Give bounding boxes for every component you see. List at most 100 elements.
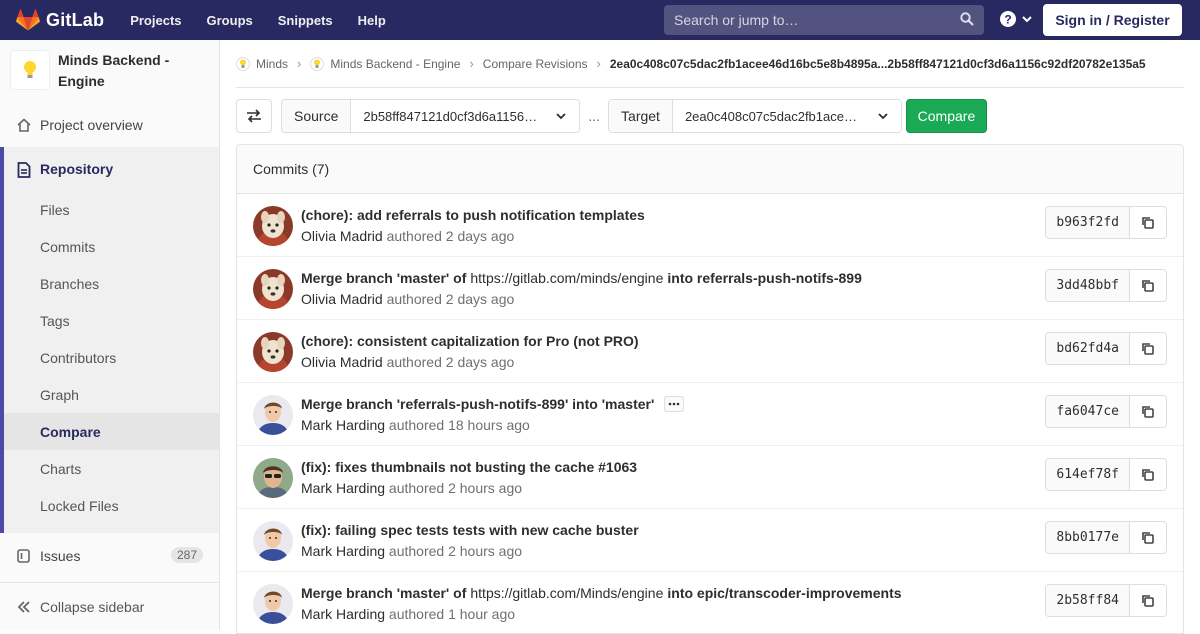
commit-sha-link[interactable]: 2b58ff84 bbox=[1046, 585, 1130, 616]
source-ref-group: Source 2b58ff847121d0cf3d6a1156c92df2078… bbox=[281, 99, 581, 133]
commit-author[interactable]: Olivia Madrid bbox=[301, 291, 383, 307]
commit-sha-link[interactable]: bd62fd4a bbox=[1046, 333, 1130, 364]
target-ref-dropdown[interactable]: 2ea0c408c07c5dac2fb1acee46d16bc5e8b4895a bbox=[672, 100, 901, 132]
expand-description-button[interactable] bbox=[664, 396, 685, 412]
commit-author[interactable]: Mark Harding bbox=[301, 606, 385, 622]
sidebar-item-label: Project overview bbox=[40, 116, 143, 133]
commit-title-text: (fix): fixes thumbnails not busting the … bbox=[301, 459, 638, 475]
sidebar-item-branches[interactable]: Branches bbox=[4, 265, 219, 302]
target-label: Target bbox=[609, 100, 673, 132]
copy-sha-button[interactable] bbox=[1130, 585, 1166, 616]
project-avatar-icon bbox=[310, 56, 325, 71]
help-dropdown[interactable]: ? bbox=[999, 10, 1033, 28]
commit-time: 2 days ago bbox=[445, 228, 515, 244]
nav-help[interactable]: Help bbox=[358, 13, 386, 28]
commit-verb: authored bbox=[388, 606, 445, 622]
commit-author[interactable]: Olivia Madrid bbox=[301, 228, 383, 244]
commit-row: Merge branch 'master' of https://gitlab.c… bbox=[237, 257, 1183, 320]
nav-snippets[interactable]: Snippets bbox=[278, 13, 333, 28]
search-input[interactable]: Search or jump to… bbox=[664, 5, 984, 35]
commit-sha-group: 2b58ff84 bbox=[1045, 584, 1167, 617]
breadcrumb-label: Minds Backend - Engine bbox=[330, 56, 461, 71]
commit-sha-link[interactable]: fa6047ce bbox=[1046, 396, 1130, 427]
sidebar-item-locked-files[interactable]: Locked Files bbox=[4, 487, 219, 524]
commit-title-text: Merge branch 'referrals-push-notifs-899'… bbox=[301, 396, 655, 412]
commit-title[interactable]: (chore): consistent capitalization for P… bbox=[301, 333, 639, 349]
breadcrumb-current[interactable]: 2ea0c408c07c5dac2fb1acee46d16bc5e8b4895a… bbox=[610, 57, 1146, 71]
author-avatar[interactable] bbox=[253, 584, 293, 624]
project-avatar bbox=[10, 50, 50, 90]
commit-title[interactable]: Merge branch 'referrals-push-notifs-899'… bbox=[301, 396, 685, 412]
commit-verb: authored bbox=[386, 354, 442, 370]
breadcrumb-separator: › bbox=[297, 56, 302, 71]
commit-title-url[interactable]: https://gitlab.com/Minds/engine bbox=[470, 585, 663, 601]
author-avatar[interactable] bbox=[253, 332, 293, 372]
breadcrumb-item-project[interactable]: Minds Backend - Engine bbox=[310, 56, 461, 71]
compare-toolbar: Source 2b58ff847121d0cf3d6a1156c92df2078… bbox=[236, 99, 987, 133]
copy-sha-button[interactable] bbox=[1130, 333, 1166, 364]
commit-title-url[interactable]: https://gitlab.com/minds/engine bbox=[470, 270, 663, 286]
sidebar-item-graph[interactable]: Graph bbox=[4, 376, 219, 413]
breadcrumb-item-group[interactable]: Minds bbox=[236, 56, 288, 71]
copy-sha-button[interactable] bbox=[1130, 459, 1166, 490]
copy-sha-button[interactable] bbox=[1130, 270, 1166, 301]
author-avatar[interactable] bbox=[253, 206, 293, 246]
sidebar-item-commits[interactable]: Commits bbox=[4, 228, 219, 265]
commit-author[interactable]: Mark Harding bbox=[301, 480, 385, 496]
copy-sha-button[interactable] bbox=[1130, 396, 1166, 427]
commit-title[interactable]: Merge branch 'master' of https://gitlab.c… bbox=[301, 585, 902, 601]
commit-meta: Olivia Madrid authored 2 days ago bbox=[301, 354, 514, 370]
ellipsis-icon bbox=[668, 402, 680, 406]
sidebar-item-files[interactable]: Files bbox=[4, 191, 219, 228]
sidebar-item-issues[interactable]: Issues 287 bbox=[0, 537, 219, 574]
author-avatar[interactable] bbox=[253, 269, 293, 309]
sidebar-item-compare[interactable]: Compare bbox=[4, 413, 219, 450]
commit-title[interactable]: (fix): failing spec tests tests with new… bbox=[301, 522, 639, 538]
commit-author[interactable]: Mark Harding bbox=[301, 417, 385, 433]
commit-sha-link[interactable]: 614ef78f bbox=[1046, 459, 1130, 490]
copy-icon bbox=[1142, 531, 1154, 544]
source-ref-dropdown[interactable]: 2b58ff847121d0cf3d6a1156c92df20782e135a5 bbox=[351, 100, 580, 132]
sidebar-item-contributors[interactable]: Contributors bbox=[4, 339, 219, 376]
commit-meta: Mark Harding authored 18 hours ago bbox=[301, 417, 530, 433]
nav-projects[interactable]: Projects bbox=[130, 13, 181, 28]
signin-button[interactable]: Sign in / Register bbox=[1043, 4, 1182, 36]
swap-revisions-button[interactable] bbox=[236, 99, 272, 133]
commit-sha-group: 8bb0177e bbox=[1045, 521, 1167, 554]
commit-verb: authored bbox=[388, 417, 445, 433]
commit-title[interactable]: (chore): add referrals to push notificat… bbox=[301, 207, 645, 223]
compare-button[interactable]: Compare bbox=[905, 99, 987, 133]
commit-meta: Olivia Madrid authored 2 days ago bbox=[301, 228, 514, 244]
author-avatar[interactable] bbox=[253, 395, 293, 435]
commit-sha-link[interactable]: b963f2fd bbox=[1046, 207, 1130, 238]
copy-sha-button[interactable] bbox=[1130, 522, 1166, 553]
commit-time: 2 days ago bbox=[445, 354, 515, 370]
commit-sha-link[interactable]: 8bb0177e bbox=[1046, 522, 1130, 553]
commit-sha-link[interactable]: 3dd48bbf bbox=[1046, 270, 1130, 301]
commit-author[interactable]: Mark Harding bbox=[301, 543, 385, 559]
commit-meta: Olivia Madrid authored 2 days ago bbox=[301, 291, 514, 307]
commit-title[interactable]: Merge branch 'master' of https://gitlab.c… bbox=[301, 270, 862, 286]
commit-sha-group: 3dd48bbf bbox=[1045, 269, 1167, 302]
target-ref-group: Target 2ea0c408c07c5dac2fb1acee46d16bc5e… bbox=[608, 99, 902, 133]
sidebar-item-tags[interactable]: Tags bbox=[4, 302, 219, 339]
author-avatar[interactable] bbox=[253, 521, 293, 561]
author-avatar[interactable] bbox=[253, 458, 293, 498]
sidebar-item-repository[interactable]: Repository bbox=[0, 147, 219, 191]
nav-groups[interactable]: Groups bbox=[207, 13, 253, 28]
main-content: Minds › Minds Backend - Engine › Compare… bbox=[236, 40, 1184, 634]
commit-title[interactable]: (fix): fixes thumbnails not busting the … bbox=[301, 459, 637, 475]
copy-sha-button[interactable] bbox=[1130, 207, 1166, 238]
commits-header: Commits (7) bbox=[237, 145, 1183, 194]
svg-text:?: ? bbox=[1004, 13, 1011, 27]
sidebar-item-overview[interactable]: Project overview bbox=[0, 106, 219, 143]
copy-icon bbox=[1142, 216, 1154, 229]
chevron-down-icon bbox=[556, 113, 566, 120]
gitlab-logo[interactable]: GitLab bbox=[16, 9, 104, 31]
sidebar-item-charts[interactable]: Charts bbox=[4, 450, 219, 487]
breadcrumb-item-compare[interactable]: Compare Revisions bbox=[483, 57, 588, 71]
collapse-sidebar-button[interactable]: Collapse sidebar bbox=[0, 582, 219, 630]
commit-author[interactable]: Olivia Madrid bbox=[301, 354, 383, 370]
commit-sha-group: fa6047ce bbox=[1045, 395, 1167, 428]
project-header[interactable]: Minds Backend - Engine bbox=[0, 40, 219, 100]
